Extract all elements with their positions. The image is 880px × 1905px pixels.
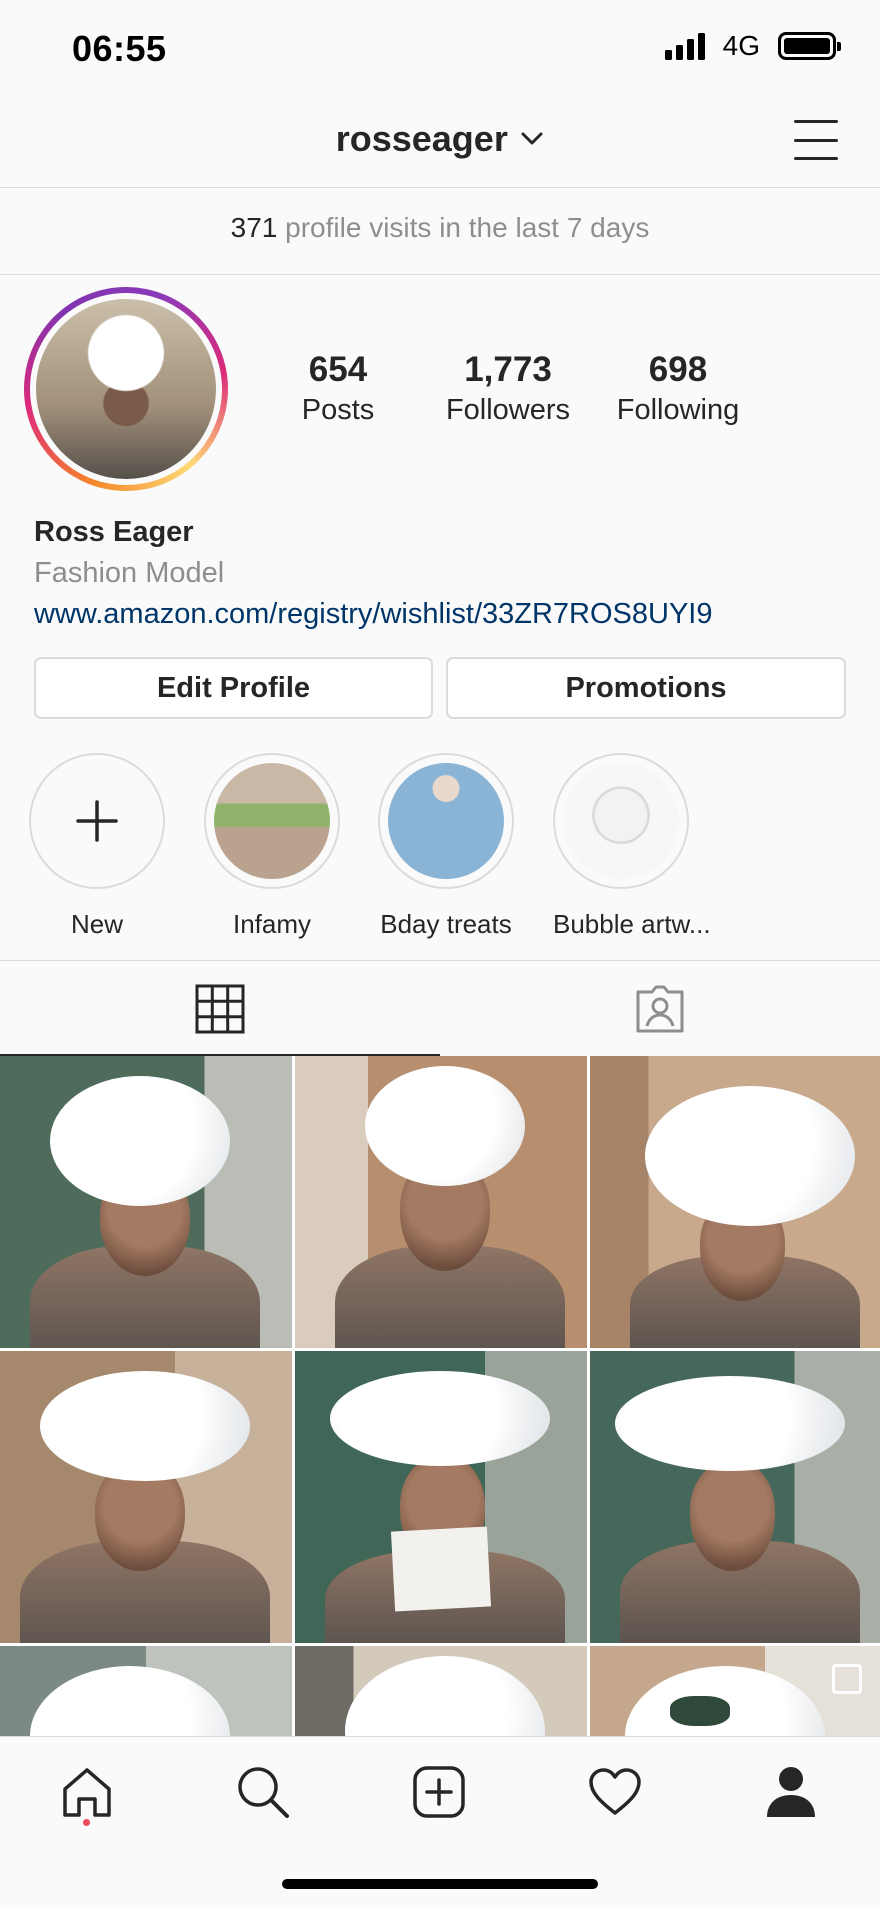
edit-profile-button[interactable]: Edit Profile <box>34 657 433 719</box>
add-post-icon <box>413 1766 465 1818</box>
post-thumbnail[interactable] <box>295 1351 587 1643</box>
nav-profile[interactable] <box>756 1757 826 1827</box>
paper-sign <box>390 1526 492 1612</box>
bottom-navigation <box>0 1736 880 1905</box>
battery-icon <box>778 32 841 60</box>
status-time: 06:55 <box>72 28 167 69</box>
profile-tabs <box>0 960 880 1057</box>
stat-label: Following <box>616 394 740 426</box>
highlight-label: New <box>70 909 123 939</box>
nav-create[interactable] <box>404 1757 474 1827</box>
promotions-button[interactable]: Promotions <box>446 657 846 719</box>
post-thumbnail[interactable] <box>295 1056 587 1348</box>
stat-posts[interactable]: 654 Posts <box>258 350 418 427</box>
grid-icon <box>195 984 245 1034</box>
profile-icon <box>767 1767 815 1817</box>
profile-header: rosseager <box>0 100 880 188</box>
stat-following[interactable]: 698 Following <box>598 350 758 427</box>
status-indicators: 4G <box>664 30 841 62</box>
highlight-infamy[interactable]: Infamy <box>204 753 340 940</box>
highlight-label: Bday treats <box>380 909 512 939</box>
profile-category: Fashion Model <box>34 557 225 589</box>
hamburger-menu-icon[interactable] <box>794 120 838 160</box>
nav-search[interactable] <box>228 1757 298 1827</box>
stat-label: Posts <box>301 394 375 426</box>
bow-decoration <box>670 1696 730 1726</box>
stat-value: 698 <box>648 350 708 389</box>
tab-tagged[interactable] <box>440 961 880 1057</box>
status-bar: 06:55 4G <box>0 0 880 100</box>
profile-visits-banner[interactable]: 371 profile visits in the last 7 days <box>0 189 880 275</box>
home-indicator <box>282 1879 598 1889</box>
account-switcher[interactable]: rosseager <box>0 118 880 160</box>
network-type: 4G <box>722 30 760 61</box>
chevron-down-icon[interactable] <box>520 131 544 147</box>
stat-value: 1,773 <box>464 350 552 389</box>
visits-count: 371 <box>230 212 278 243</box>
avatar[interactable] <box>36 299 216 479</box>
carousel-icon <box>832 1664 862 1694</box>
post-thumbnail[interactable] <box>590 1646 880 1736</box>
stat-label: Followers <box>445 394 571 426</box>
stat-followers[interactable]: 1,773 Followers <box>428 350 588 427</box>
visits-text: profile visits in the last 7 days <box>277 212 650 243</box>
username-title[interactable]: rosseager <box>336 118 508 159</box>
home-icon <box>63 1768 111 1817</box>
nav-activity[interactable] <box>580 1757 650 1827</box>
highlight-cover-image <box>214 763 330 879</box>
highlight-cover-image <box>388 763 504 879</box>
heart-icon <box>589 1768 641 1815</box>
post-thumbnail[interactable] <box>0 1646 292 1736</box>
tagged-person-icon <box>636 985 684 1033</box>
post-thumbnail[interactable] <box>0 1351 292 1643</box>
tab-grid[interactable] <box>0 961 440 1057</box>
highlight-label: Infamy <box>232 909 312 939</box>
highlight-bday-treats[interactable]: Bday treats <box>378 753 514 940</box>
post-thumbnail[interactable] <box>590 1056 880 1348</box>
avatar-story-ring[interactable] <box>24 287 228 491</box>
notification-dot <box>83 1819 90 1826</box>
profile-bio: Ross Eager Fashion Model www.amazon.com/… <box>34 516 712 631</box>
stat-value: 654 <box>308 350 368 389</box>
highlight-bubble-artwork[interactable]: Bubble artw... <box>553 753 711 940</box>
plus-icon <box>76 800 118 842</box>
highlight-new[interactable]: New <box>29 753 165 940</box>
post-thumbnail[interactable] <box>0 1056 292 1348</box>
post-thumbnail[interactable] <box>590 1351 880 1643</box>
nav-home[interactable] <box>52 1757 122 1827</box>
profile-website-link[interactable]: www.amazon.com/registry/wishlist/33ZR7RO… <box>34 598 712 631</box>
posts-grid <box>0 1056 880 1736</box>
search-icon <box>238 1767 289 1818</box>
highlight-cover-image <box>563 763 679 879</box>
signal-icon <box>664 32 705 60</box>
highlight-label: Bubble artw... <box>553 909 711 939</box>
post-thumbnail[interactable] <box>295 1646 587 1736</box>
profile-name: Ross Eager <box>34 516 194 548</box>
